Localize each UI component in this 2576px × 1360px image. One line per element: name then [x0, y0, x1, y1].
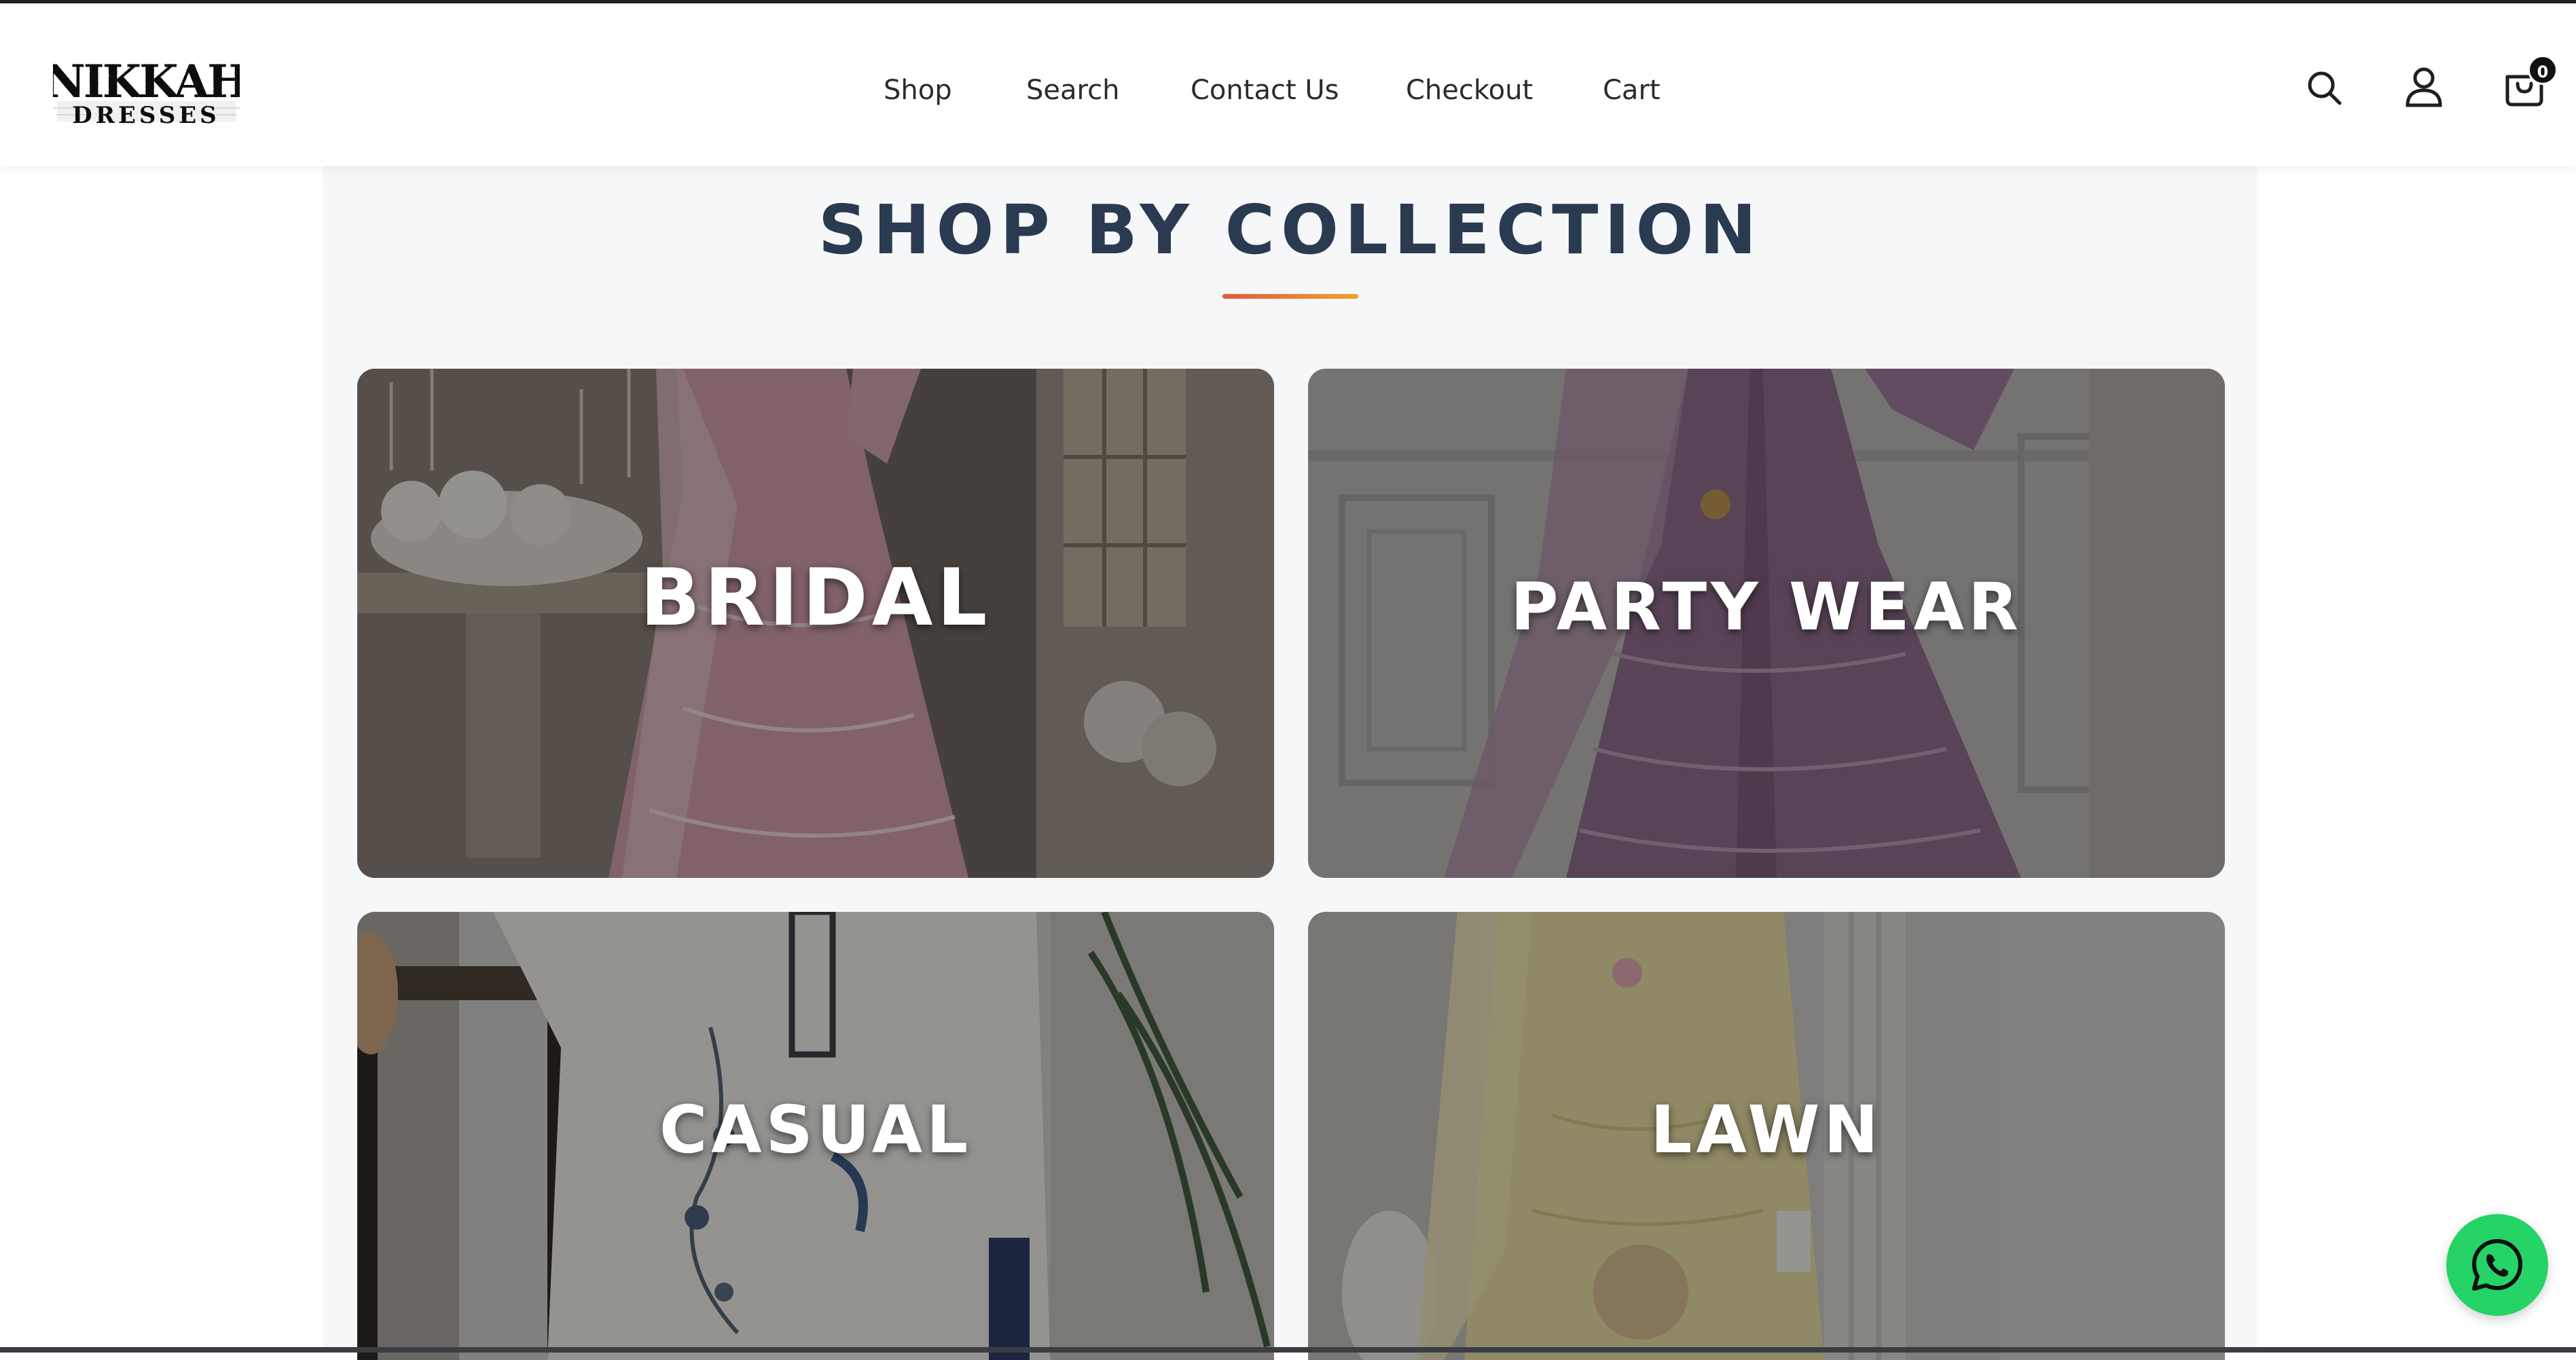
collection-card-lawn[interactable]: LAWN [1308, 912, 2225, 1360]
collection-label-bridal: BRIDAL [640, 552, 992, 644]
shop-by-collection-section: SHOP BY COLLECTION BRIDAL PARTY WEAR CAS… [323, 166, 2257, 1360]
nav-link-search[interactable]: Search [1026, 70, 1119, 111]
nav-link-contact-us[interactable]: Contact Us [1191, 70, 1339, 111]
nav-link-cart[interactable]: Cart [1603, 70, 1661, 111]
collection-card-casual[interactable]: CASUAL [357, 912, 1274, 1360]
search-icon[interactable] [2305, 69, 2343, 107]
whatsapp-icon [2472, 1239, 2522, 1291]
collection-card-party-wear[interactable]: PARTY WEAR [1308, 369, 2225, 878]
whatsapp-chat-button[interactable] [2446, 1214, 2548, 1316]
cart-count-badge: 0 [2528, 55, 2558, 85]
collection-card-bridal[interactable]: BRIDAL [357, 369, 1274, 878]
user-icon[interactable] [2404, 66, 2444, 108]
collection-label-casual: CASUAL [659, 1092, 973, 1168]
section-title: SHOP BY COLLECTION [818, 190, 1763, 270]
collection-label-party-wear: PARTY WEAR [1510, 569, 2022, 645]
site-header: NIKKAH DRESSES Shop Search Contact Us Ch… [0, 3, 2576, 166]
window-bottom-border [0, 1347, 2576, 1353]
nav-link-checkout[interactable]: Checkout [1406, 70, 1533, 111]
title-underline [1222, 294, 1358, 299]
nav-link-shop[interactable]: Shop [884, 70, 952, 111]
main-nav: Shop Search Contact Us Checkout Cart [0, 70, 2576, 111]
collection-label-lawn: LAWN [1650, 1092, 1883, 1168]
